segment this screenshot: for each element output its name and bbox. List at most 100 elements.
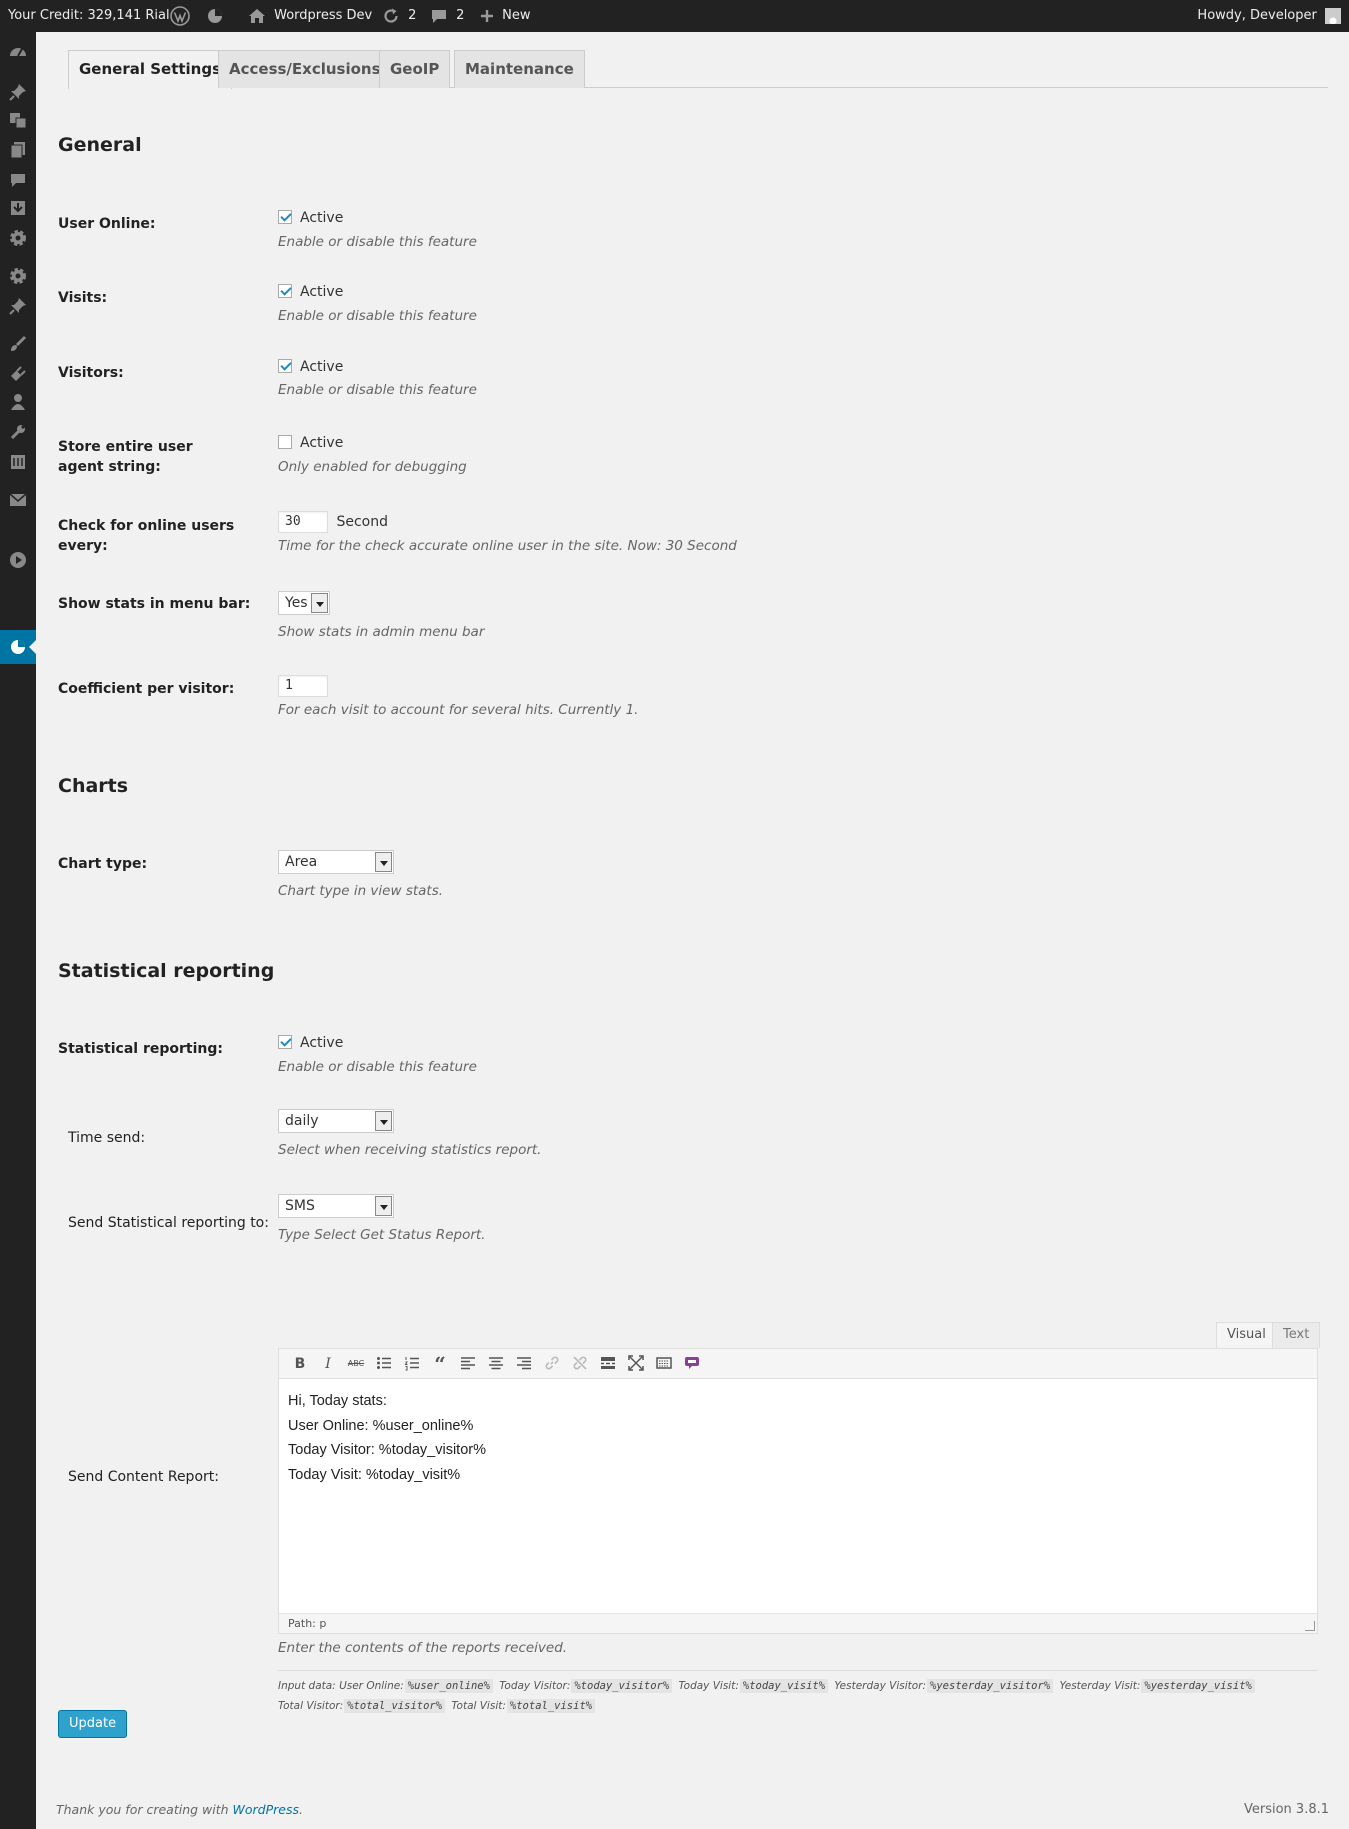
mail-icon[interactable] [8, 490, 28, 510]
visits-description: Enable or disable this feature [278, 308, 477, 324]
chevron-down-icon[interactable] [375, 1111, 392, 1131]
posts-pin-icon[interactable] [8, 82, 28, 102]
appearance-brush-icon[interactable] [8, 334, 28, 354]
tab-maintenance[interactable]: Maintenance [454, 50, 585, 88]
input-data-label: Total Visitor: [278, 1700, 344, 1712]
settings-gear-icon[interactable] [8, 228, 28, 248]
plus-icon [481, 9, 493, 22]
updates-link[interactable]: 2 [382, 0, 416, 32]
bullet-list-icon[interactable] [375, 1355, 393, 1373]
user-agent-field: Active [278, 435, 343, 451]
time-send-label: Time send: [68, 1130, 146, 1146]
time-send-select[interactable]: daily [278, 1109, 394, 1133]
content-report-description: Enter the contents of the reports receiv… [278, 1640, 568, 1656]
comments-link[interactable]: 2 [430, 0, 464, 32]
pages-icon[interactable] [8, 140, 28, 160]
footer-version: Version 3.8.1 [1243, 1802, 1329, 1817]
italic-icon[interactable]: I [319, 1355, 337, 1373]
align-center-icon[interactable] [487, 1355, 505, 1373]
input-data-label: Today Visit: [678, 1680, 739, 1692]
reporting-enabled-checkbox-label[interactable]: Active [300, 1035, 343, 1051]
editor-line: Hi, Today stats: [288, 1393, 387, 1409]
menu-bar-field: Yes [278, 591, 330, 615]
chevron-down-icon[interactable] [375, 852, 392, 872]
gear-icon[interactable] [8, 266, 28, 286]
tab-geoip[interactable]: GeoIP [379, 50, 451, 88]
read-more-icon[interactable] [599, 1355, 617, 1373]
align-right-icon[interactable] [515, 1355, 533, 1373]
link-icon[interactable] [543, 1355, 561, 1373]
user-agent-checkbox[interactable] [278, 435, 292, 449]
update-button[interactable]: Update [58, 1710, 128, 1738]
user-online-checkbox-label[interactable]: Active [300, 210, 343, 226]
woocommerce-shortcode-icon[interactable] [683, 1355, 701, 1373]
check-online-input[interactable]: 30 [278, 511, 328, 533]
editor-tab-visual[interactable]: Visual [1216, 1322, 1277, 1348]
download-icon[interactable] [8, 198, 28, 218]
tools-wrench-icon[interactable] [8, 422, 28, 442]
input-data-code: %yesterday_visitor% [927, 1679, 1054, 1693]
check-online-label: Check for online users every: [58, 518, 235, 554]
time-send-field: daily [278, 1109, 394, 1133]
chart-type-select[interactable]: Area [278, 850, 394, 874]
visits-checkbox-label[interactable]: Active [300, 284, 343, 300]
new-content-link[interactable]: New [480, 0, 531, 32]
pin-icon[interactable] [8, 296, 28, 316]
input-data-prefix: Input data: [278, 1680, 336, 1692]
new-label: New [502, 8, 531, 23]
menu-bar-select[interactable]: Yes [278, 591, 330, 615]
send-to-select[interactable]: SMS [278, 1194, 394, 1218]
editor-path-bar: Path: p [279, 1613, 1317, 1633]
fullscreen-icon[interactable] [627, 1355, 645, 1373]
chevron-down-icon[interactable] [311, 593, 328, 613]
users-icon[interactable] [8, 392, 28, 412]
plugins-icon[interactable] [8, 364, 28, 384]
current-arrow [29, 640, 36, 654]
user-agent-checkbox-label[interactable]: Active [300, 435, 343, 451]
wordpress-logo-icon[interactable] [170, 0, 190, 32]
wordpress-link[interactable]: WordPress [233, 1802, 299, 1817]
comments-menu-icon[interactable] [8, 170, 28, 190]
visitors-checkbox-label[interactable]: Active [300, 359, 343, 375]
dashboard-icon[interactable] [8, 42, 28, 62]
tab-general-settings[interactable]: General Settings [68, 50, 233, 89]
tab-access-exclusions[interactable]: Access/Exclusions [218, 50, 392, 88]
toolbar-toggle-icon[interactable] [655, 1355, 673, 1373]
bold-icon[interactable]: B [291, 1355, 309, 1373]
content-report-label: Send Content Report: [68, 1469, 219, 1485]
resize-handle-icon[interactable] [1305, 1621, 1315, 1631]
unlink-icon[interactable] [571, 1355, 589, 1373]
blockquote-icon[interactable]: “ [431, 1354, 449, 1374]
numbered-list-icon[interactable] [403, 1355, 421, 1373]
menu-item-statistics-current[interactable] [0, 630, 36, 664]
reporting-enabled-field: Active [278, 1035, 343, 1051]
user-online-checkbox[interactable] [278, 210, 292, 224]
editor-content[interactable]: Hi, Today stats: User Online: %user_onli… [279, 1379, 1317, 1497]
input-data-code: %user_online% [404, 1679, 493, 1693]
reporting-enabled-description: Enable or disable this feature [278, 1059, 477, 1075]
credit-display[interactable]: Your Credit: 329,141 Rial [8, 0, 170, 32]
check-online-description: Time for the check accurate online user … [278, 538, 737, 554]
site-name-link[interactable]: Wordpress Dev [248, 0, 372, 32]
chevron-down-icon[interactable] [375, 1196, 392, 1216]
align-left-icon[interactable] [459, 1355, 477, 1373]
main-content: General Settings Access/Exclusions GeoIP… [36, 32, 1349, 1829]
content-report-editor[interactable]: B I ABC “ Hi, Today stats: User Online: … [278, 1348, 1318, 1634]
visits-label: Visits: [58, 290, 108, 306]
my-account-link[interactable]: Howdy, Developer [1197, 0, 1349, 32]
settings-sliders-icon[interactable] [8, 452, 28, 472]
user-agent-description: Only enabled for debugging [278, 459, 467, 475]
statistics-pie-icon[interactable] [206, 0, 224, 32]
play-icon[interactable] [8, 550, 28, 570]
editor-tab-text[interactable]: Text [1272, 1322, 1321, 1348]
visitors-checkbox[interactable] [278, 359, 292, 373]
visitors-label: Visitors: [58, 365, 124, 381]
coefficient-input[interactable]: 1 [278, 675, 328, 697]
strikethrough-icon[interactable]: ABC [347, 1355, 365, 1373]
menu-bar-description: Show stats in admin menu bar [278, 624, 485, 640]
media-icon[interactable] [8, 110, 28, 130]
general-section-title: General [58, 134, 142, 156]
reporting-enabled-checkbox[interactable] [278, 1035, 292, 1049]
charts-section-title: Charts [58, 775, 129, 797]
visits-checkbox[interactable] [278, 284, 292, 298]
